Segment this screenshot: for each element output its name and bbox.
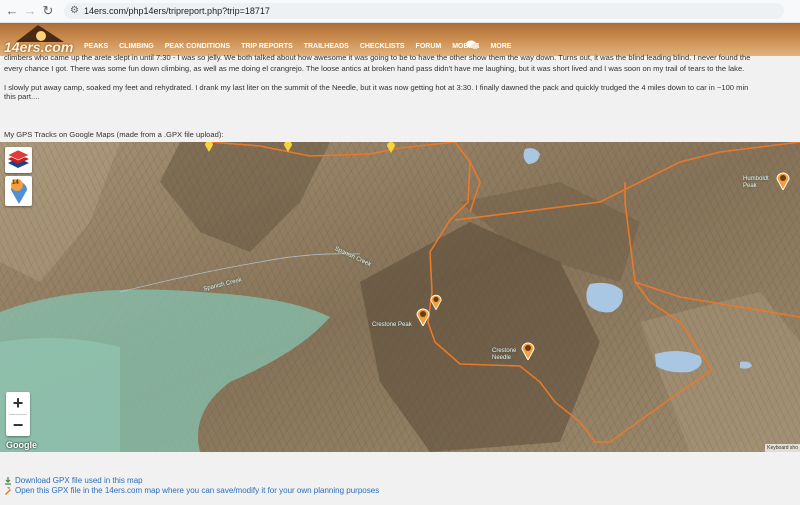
map-label-crestone-peak: Crestone Peak (372, 322, 412, 328)
menu-item-trip-reports[interactable]: TRIP REPORTS (241, 41, 293, 53)
peak-marker-icon[interactable] (416, 308, 430, 326)
google-logo: Google (6, 440, 37, 450)
map-edit-icon (5, 487, 11, 495)
open-gpx-link[interactable]: Open this GPX file in the 14ers.com map … (4, 486, 604, 496)
waypoint-icon[interactable] (283, 142, 293, 152)
waypoint-icon[interactable] (386, 142, 396, 154)
map-attribution[interactable]: Keyboard sho (765, 444, 800, 452)
url-text[interactable]: 14ers.com/php14ers/tripreport.php?trip=1… (84, 5, 270, 17)
site-header: 14ers.com PEAKS CLIMBING PEAK CONDITIONS… (0, 23, 800, 56)
layers-icon (7, 149, 30, 168)
peak-pins-button[interactable]: 14 (5, 176, 32, 206)
menu-item-peak-conditions[interactable]: PEAK CONDITIONS (165, 41, 230, 53)
gpx-links: Download GPX file used in this map Open … (4, 476, 604, 496)
report-text-line: climbers who came up the arete slept in … (4, 53, 751, 62)
reload-icon[interactable]: ↻ (40, 3, 56, 19)
menu-item-more[interactable]: MORE (490, 41, 511, 53)
site-info-icon[interactable]: ⚙ (70, 4, 79, 18)
download-gpx-text[interactable]: Download GPX file used in this map (15, 476, 143, 486)
menu-item-forum[interactable]: FORUM (416, 41, 442, 53)
waypoint-icon[interactable] (204, 142, 214, 152)
menu-item-trailheads[interactable]: TRAILHEADS (304, 41, 349, 53)
main-menu: PEAKS CLIMBING PEAK CONDITIONS TRIP REPO… (84, 41, 522, 53)
browser-toolbar: ← → ↻ ⚙ 14ers.com/php14ers/tripreport.ph… (0, 0, 800, 23)
menu-item-peaks[interactable]: PEAKS (84, 41, 108, 53)
chat-icon[interactable] (466, 40, 479, 50)
open-gpx-text[interactable]: Open this GPX file in the 14ers.com map … (15, 486, 379, 496)
download-icon (5, 477, 11, 485)
forward-icon[interactable]: → (22, 3, 38, 19)
report-text-line: every chance I got. There was some fun d… (4, 64, 745, 73)
menu-item-climbing[interactable]: CLIMBING (119, 41, 154, 53)
terrain-layer (0, 142, 800, 452)
zoom-in-button[interactable]: + (6, 392, 30, 414)
report-text-line: this part.... (4, 92, 40, 101)
zoom-out-button[interactable]: − (6, 414, 30, 436)
address-bar[interactable]: ⚙ 14ers.com/php14ers/tripreport.php?trip… (64, 3, 784, 19)
peak-marker-icon[interactable] (521, 342, 535, 360)
gps-heading: My GPS Tracks on Google Maps (made from … (4, 130, 224, 139)
site-logo[interactable]: 14ers.com (2, 25, 78, 55)
zoom-control: + − (6, 392, 30, 436)
peak-marker-icon[interactable] (776, 172, 790, 190)
zoom-divider (9, 414, 27, 415)
layers-button[interactable] (5, 147, 32, 173)
peak-pin-badge: 14 (12, 180, 19, 186)
back-icon[interactable]: ← (4, 3, 20, 19)
download-gpx-link[interactable]: Download GPX file used in this map (4, 476, 604, 486)
peak-marker-icon[interactable] (430, 294, 442, 310)
menu-item-checklists[interactable]: CHECKLISTS (360, 41, 405, 53)
gps-map[interactable]: Spanish Creek Spanish Creek Crestone Pea… (0, 142, 800, 452)
